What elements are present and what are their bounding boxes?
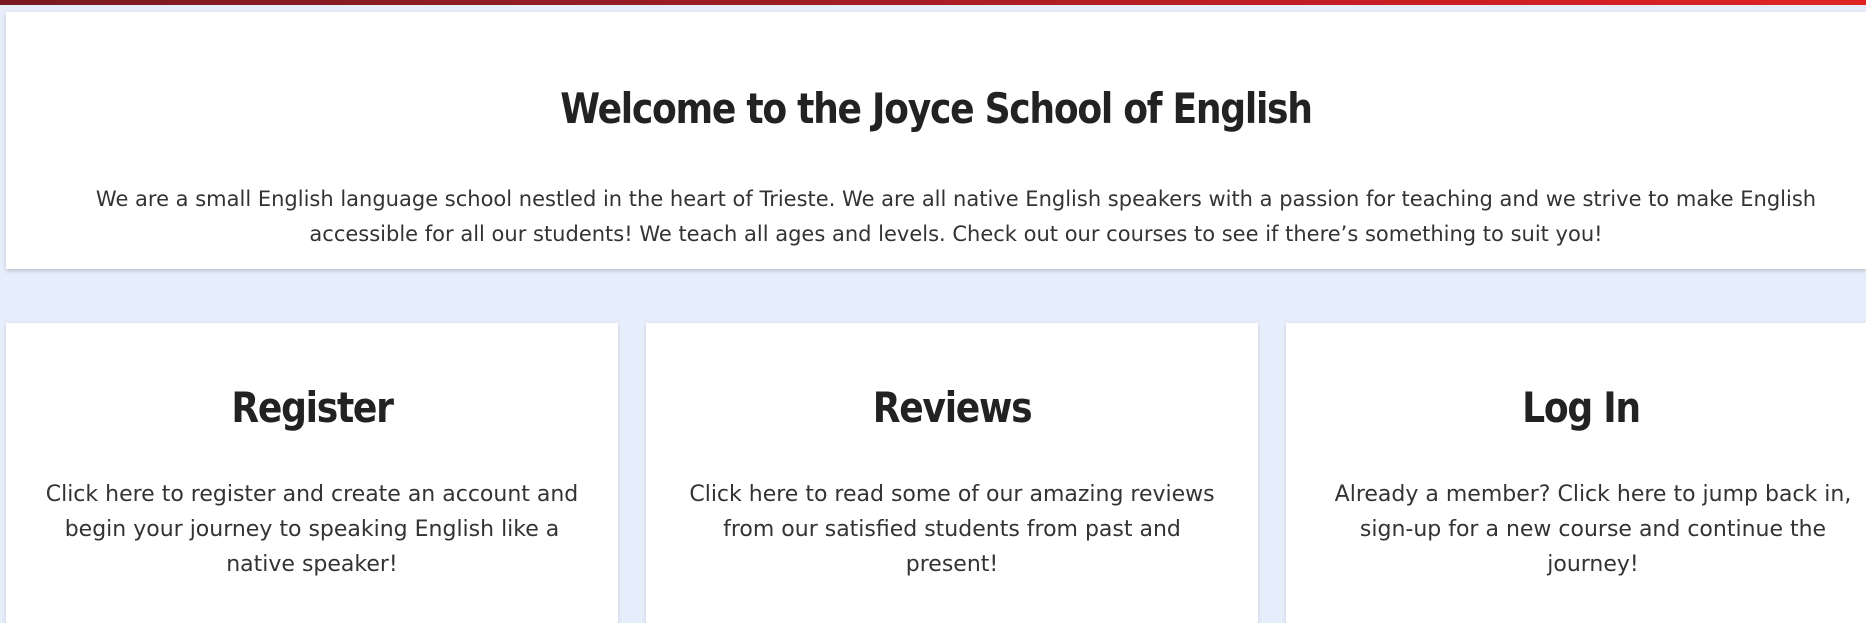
register-title[interactable]: Register: [49, 383, 575, 432]
welcome-card: Welcome to the Joyce School of English W…: [6, 12, 1866, 269]
register-description: Click here to register and create an acc…: [45, 482, 579, 577]
login-description: Already a member? Click here to jump bac…: [1334, 482, 1852, 577]
reviews-description: Click here to read some of our amazing r…: [689, 482, 1215, 577]
reviews-title[interactable]: Reviews: [689, 383, 1215, 432]
register-card[interactable]: Register Click here to register and crea…: [6, 323, 618, 623]
welcome-title: Welcome to the Joyce School of English: [560, 84, 1313, 133]
login-card[interactable]: Log In Already a member? Click here to j…: [1286, 323, 1866, 623]
login-title[interactable]: Log In: [1327, 383, 1834, 432]
top-accent-bar: [0, 0, 1866, 5]
reviews-card[interactable]: Reviews Click here to read some of our a…: [646, 323, 1258, 623]
welcome-description: We are a small English language school n…: [95, 187, 1817, 246]
